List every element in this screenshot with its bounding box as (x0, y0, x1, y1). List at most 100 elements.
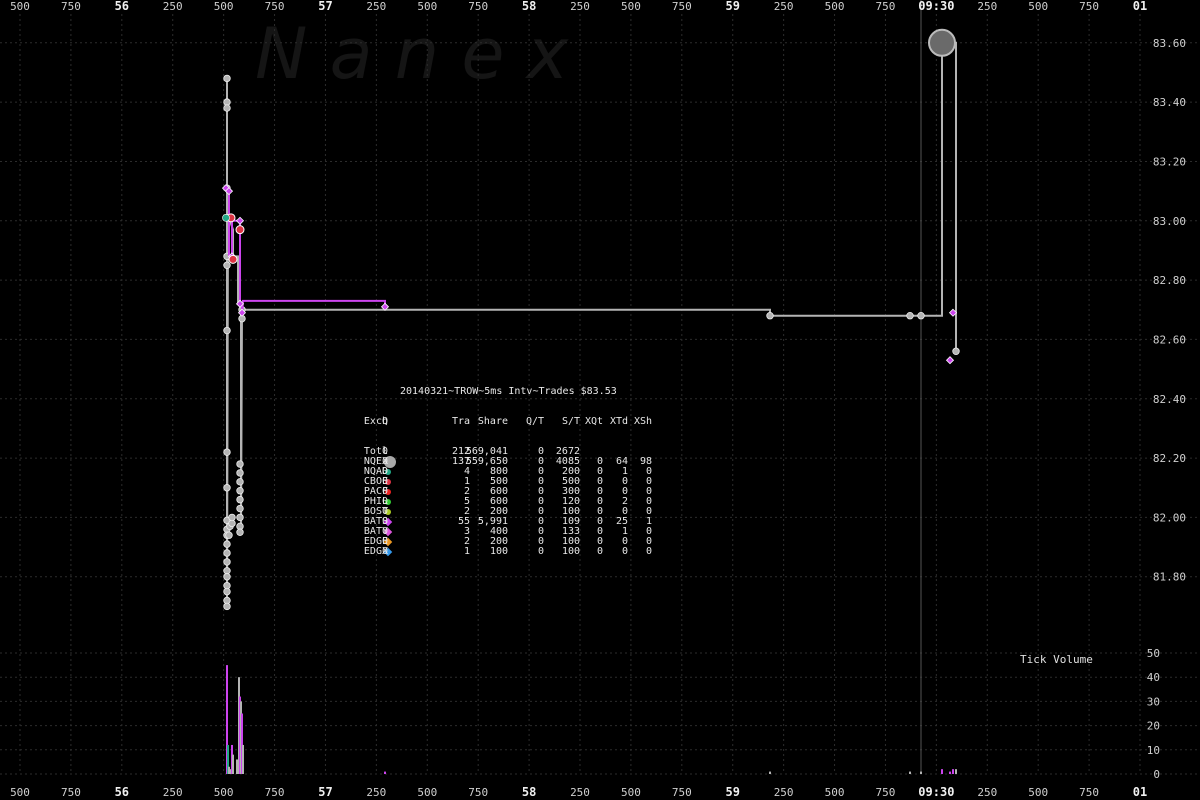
trade-point-nqex (766, 312, 774, 320)
time-tick-label-top: 750 (1079, 0, 1099, 13)
time-tick-label-bottom: 250 (774, 786, 794, 799)
trade-point-nqex (236, 460, 244, 468)
time-tick-label-top: 750 (61, 0, 81, 13)
watermark-text: N a n e x (255, 13, 569, 95)
time-tick-label-top: 01 (1133, 0, 1147, 13)
time-tick-label-bottom: 58 (522, 785, 536, 799)
legend-cell-share: 100 (489, 546, 508, 557)
trade-point-nqex (236, 528, 244, 536)
trade-point-nqex (223, 261, 231, 269)
tick-volume-label: Tick Volume (1020, 653, 1093, 666)
trade-point-bats (235, 216, 245, 225)
trade-point-nqex (917, 312, 925, 320)
volume-bar (952, 769, 954, 774)
volume-tick-label: 40 (1147, 671, 1160, 684)
time-tick-label-bottom: 500 (621, 786, 641, 799)
legend-cell-xqt: 0 (596, 546, 603, 557)
volume-tick-label: 10 (1147, 744, 1160, 757)
trade-point-nqex (223, 573, 231, 581)
trade-point-nqex (236, 504, 244, 513)
time-tick-label-bottom: 250 (366, 786, 386, 799)
legend-cell-xsh: 0 (645, 546, 652, 557)
legend-header-cell: XQt (584, 416, 603, 427)
price-tick-label: 82.20 (1153, 452, 1186, 465)
time-tick-label-top: 500 (10, 0, 30, 13)
legend-header-cell: S/T (561, 416, 580, 427)
trade-point-nqex (236, 478, 244, 486)
volume-bar (242, 744, 244, 774)
legend-cell-tra: 1 (463, 546, 470, 557)
trade-point-bats (945, 356, 955, 365)
volume-tick-label: 50 (1147, 647, 1160, 660)
time-tick-label-top: 58 (522, 0, 536, 13)
volume-bar (949, 771, 951, 774)
time-tick-label-top: 59 (726, 0, 740, 13)
price-tick-label: 82.00 (1153, 511, 1186, 524)
time-tick-label-top: 250 (570, 0, 590, 13)
volume-bar (941, 769, 943, 774)
legend-header-cell: Q (381, 416, 388, 427)
trade-point-cboe (235, 225, 245, 235)
trade-point-nqex (223, 326, 231, 335)
price-tick-label: 81.80 (1153, 571, 1186, 584)
time-tick-label-bottom: 250 (570, 786, 590, 799)
time-tick-label-top: 750 (672, 0, 692, 13)
trade-point-nqex (223, 587, 231, 596)
price-tick-label: 83.40 (1153, 96, 1186, 109)
legend-header: Exch Q Tra Share Q/T S/T XQt XTd XSh (364, 416, 688, 427)
volume-bar (955, 769, 957, 774)
time-tick-label-bottom: 500 (417, 786, 437, 799)
trade-point-nqex (223, 558, 231, 566)
trade-point-nqex-large (928, 28, 956, 57)
time-tick-label-top: 250 (163, 0, 183, 13)
chart-title: 20140321~TROW~5ms Intv~Trades $83.53 (400, 386, 617, 397)
trade-point-nqad (222, 214, 230, 222)
exchange-legend: 20140321~TROW~5ms Intv~Trades $83.53 Exc… (364, 367, 688, 567)
trade-point-nqex (236, 513, 244, 522)
time-tick-label-top: 56 (115, 0, 129, 13)
volume-bar (384, 771, 386, 774)
time-tick-label-bottom: 59 (726, 785, 740, 799)
time-tick-label-top: 750 (468, 0, 488, 13)
volume-tick-label: 30 (1147, 695, 1160, 708)
trade-point-nqex (236, 487, 244, 495)
time-tick-label-bottom: 750 (672, 786, 692, 799)
time-tick-label-top: 500 (621, 0, 641, 13)
volume-bar (769, 771, 771, 774)
trade-point-nqex (223, 448, 231, 456)
time-tick-label-bottom: 56 (115, 785, 129, 799)
time-tick-label-top: 500 (417, 0, 437, 13)
price-tick-label: 82.80 (1153, 274, 1186, 287)
price-tick-label: 82.40 (1153, 393, 1186, 406)
legend-cell-qt: 0 (537, 546, 544, 557)
trade-point-nqex (225, 531, 233, 539)
price-tick-label: 82.60 (1153, 333, 1186, 346)
trade-point-nqex (236, 495, 244, 504)
time-tick-label-top: 750 (876, 0, 896, 13)
volume-bar (920, 771, 922, 774)
volume-bar (228, 766, 230, 774)
time-tick-label-top: 500 (1028, 0, 1048, 13)
time-tick-label-top: 500 (825, 0, 845, 13)
trade-point-nqex (223, 540, 231, 548)
time-tick-label-top: 500 (214, 0, 234, 13)
time-tick-label-bottom: 750 (1079, 786, 1099, 799)
time-tick-label-bottom: 750 (265, 786, 285, 799)
legend-header-cell: Share (477, 416, 508, 427)
trade-point-nqex (223, 484, 231, 492)
price-tick-label: 83.20 (1153, 155, 1186, 168)
trade-point-nqex (228, 513, 236, 522)
time-tick-label-top: 250 (977, 0, 997, 13)
time-tick-label-bottom: 750 (61, 786, 81, 799)
time-tick-label-bottom: 500 (214, 786, 234, 799)
price-tick-label: 83.00 (1153, 215, 1186, 228)
volume-tick-label: 20 (1147, 720, 1160, 733)
time-tick-label-bottom: 01 (1133, 785, 1147, 799)
time-tick-label-bottom: 250 (977, 786, 997, 799)
trade-point-nqex (906, 312, 914, 320)
trade-point-nqex (952, 347, 960, 355)
time-tick-label-bottom: 750 (468, 786, 488, 799)
legend-title-row: 20140321~TROW~5ms Intv~Trades $83.53 (388, 387, 688, 397)
time-tick-label-bottom: 500 (1028, 786, 1048, 799)
trade-point-nqex (223, 549, 231, 557)
